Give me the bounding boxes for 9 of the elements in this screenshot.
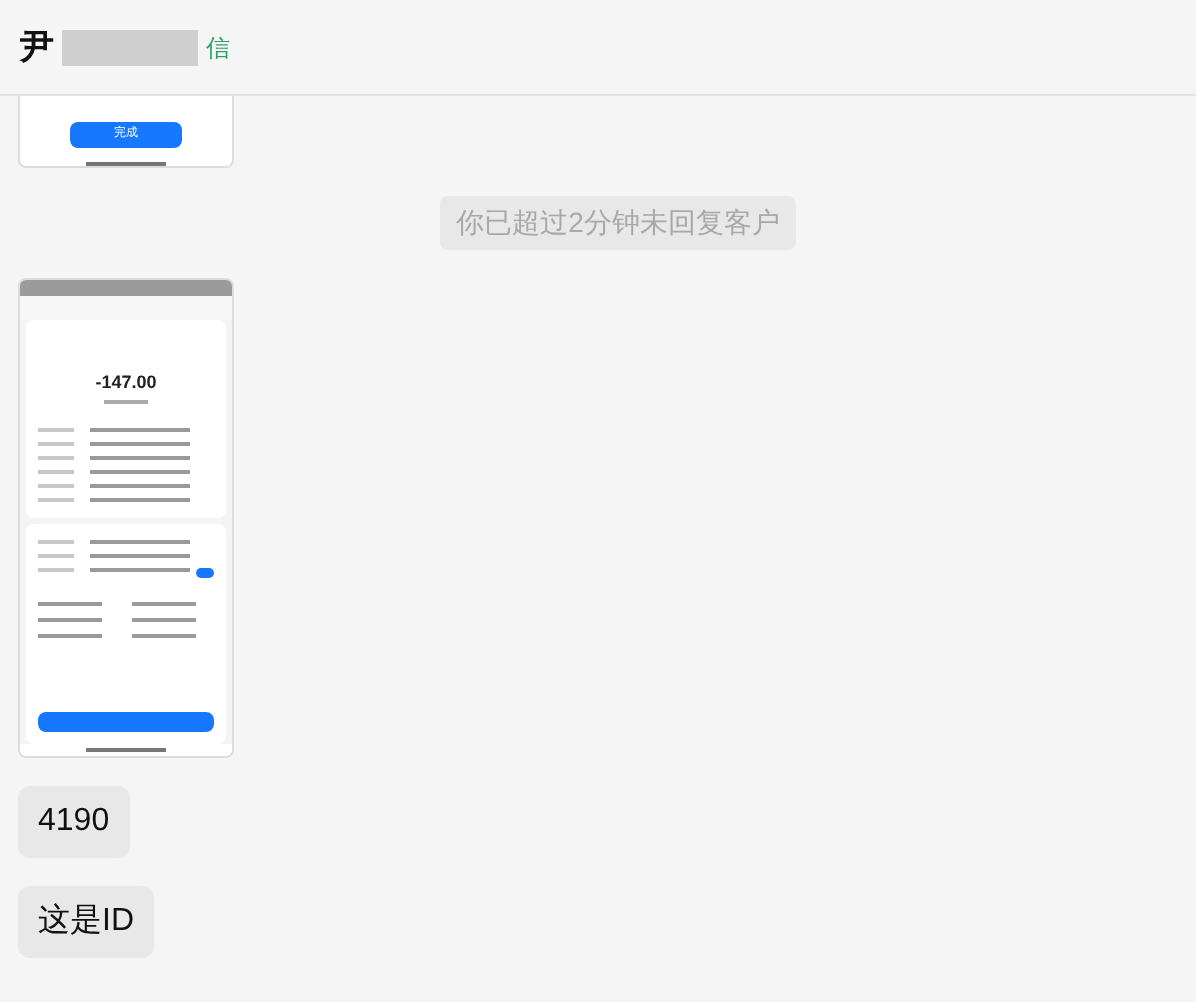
chat-title: 尹 xyxy=(20,25,54,70)
toggle-icon xyxy=(196,568,214,578)
blurred-name xyxy=(62,29,198,65)
system-notice: 你已超过2分钟未回复客户 xyxy=(440,196,796,250)
source-label: 信 xyxy=(206,31,230,65)
message-bubble: 这是ID xyxy=(18,886,154,958)
screenshot-image[interactable]: -147.00 xyxy=(18,278,234,758)
message-bubble: 4190 xyxy=(18,786,130,858)
amount-text: -147.00 xyxy=(95,372,157,392)
